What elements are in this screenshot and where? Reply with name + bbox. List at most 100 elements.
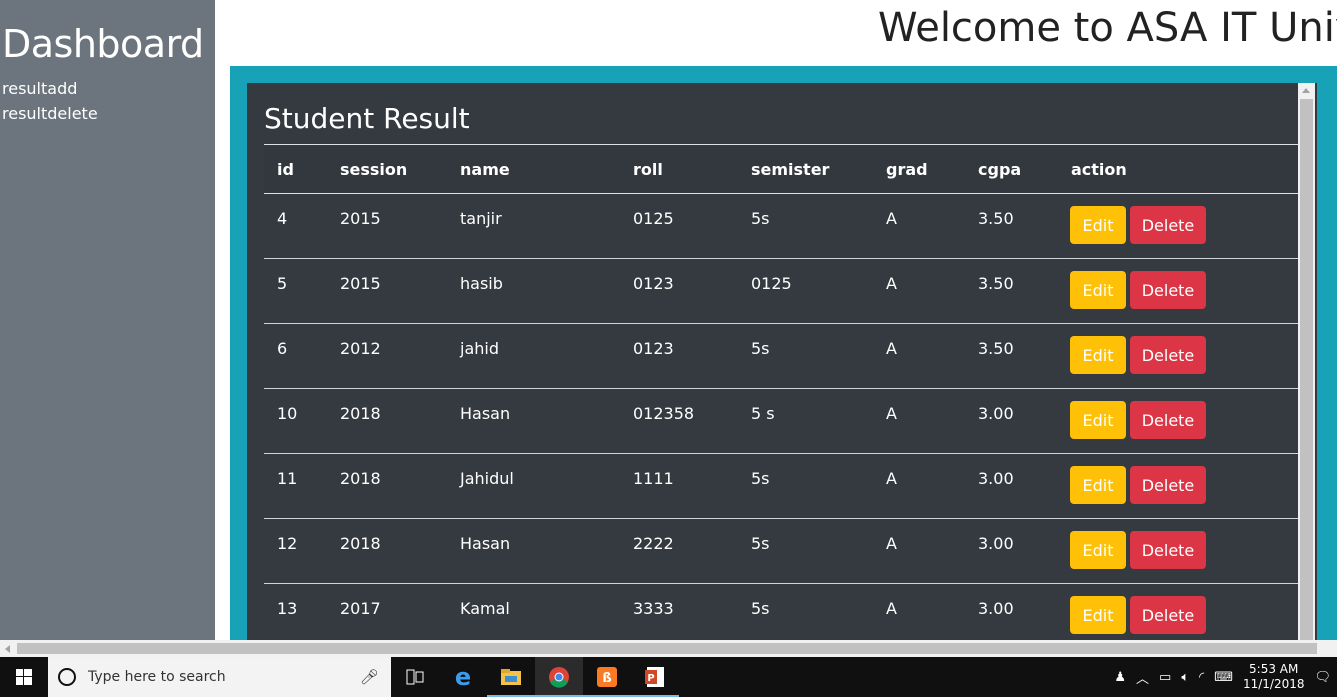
cell-session: 2018 [340, 404, 381, 423]
task-view-icon[interactable] [391, 657, 439, 697]
cell-action: Edit Delete [1058, 324, 1298, 388]
cell-roll: 0125 [633, 209, 674, 228]
page-title: Welcome to ASA IT University [878, 5, 1337, 51]
cell-grad: A [886, 469, 897, 488]
svg-text:ß: ß [602, 671, 611, 686]
horizontal-scrollbar[interactable] [0, 640, 1337, 657]
cell-semister: 5s [751, 534, 770, 553]
cell-cgpa: 3.00 [978, 404, 1014, 423]
table-header: id session name roll semister grad cgpa … [264, 144, 1298, 194]
cell-semister: 5s [751, 339, 770, 358]
cell-cgpa: 3.00 [978, 469, 1014, 488]
table-row: 11 2018 Jahidul 1111 5s A 3.00 Edit Delete [264, 454, 1298, 519]
cell-name: hasib [460, 274, 503, 293]
horizontal-scroll-thumb[interactable] [17, 643, 1317, 654]
cell-id: 12 [277, 534, 298, 553]
cell-name: Hasan [460, 404, 511, 423]
delete-button[interactable]: Delete [1130, 271, 1206, 309]
cell-name: tanjir [460, 209, 502, 228]
system-tray: ♟ ︿ ▭ 🔈︎ ◜ ⌨ 5:53 AM 11/1/2018 🗨︎ [1114, 662, 1337, 692]
edit-button[interactable]: Edit [1070, 271, 1126, 309]
cell-action: Edit Delete [1058, 259, 1298, 323]
cell-semister: 5s [751, 209, 770, 228]
cell-name: Kamal [460, 599, 510, 618]
table-row: 6 2012 jahid 0123 5s A 3.50 Edit Delete [264, 324, 1298, 389]
clock-time: 5:53 AM [1249, 662, 1299, 676]
cell-session: 2018 [340, 534, 381, 553]
keyboard-icon[interactable]: ⌨ [1214, 670, 1233, 685]
chevron-up-icon[interactable]: ︿ [1136, 668, 1149, 687]
table-row: 13 2017 Kamal 3333 5s A 3.00 Edit Delete [264, 584, 1298, 640]
sidebar-link-resultadd[interactable]: resultadd [2, 76, 215, 101]
cell-session: 2015 [340, 274, 381, 293]
cortana-icon [58, 668, 76, 686]
delete-button[interactable]: Delete [1130, 596, 1206, 634]
clock[interactable]: 5:53 AM 11/1/2018 [1243, 662, 1305, 692]
scroll-up-icon[interactable] [1302, 88, 1310, 93]
table-body: 4 2015 tanjir 0125 5s A 3.50 Edit Delete 5 2015 has… [264, 194, 1298, 640]
cell-session: 2012 [340, 339, 381, 358]
windows-icon [16, 669, 32, 685]
wifi-icon[interactable]: ◜ [1199, 670, 1204, 685]
microphone-icon[interactable]: 🎤︎ [360, 668, 379, 686]
cell-action: Edit Delete [1058, 454, 1298, 518]
table-row: 12 2018 Hasan 2222 5s A 3.00 Edit Delete [264, 519, 1298, 584]
taskbar-search-input[interactable]: Type here to search 🎤︎ [48, 657, 391, 697]
sidebar-link-resultdelete[interactable]: resultdelete [2, 101, 215, 126]
cell-id: 11 [277, 469, 298, 488]
delete-button[interactable]: Delete [1130, 336, 1206, 374]
cell-action: Edit Delete [1058, 194, 1298, 258]
people-icon[interactable]: ♟ [1114, 670, 1126, 685]
cell-id: 10 [277, 404, 298, 423]
edit-button[interactable]: Edit [1070, 596, 1126, 634]
header-grad: grad [886, 159, 928, 179]
cell-action: Edit Delete [1058, 584, 1298, 640]
cell-name: Hasan [460, 534, 511, 553]
vertical-scrollbar[interactable] [1298, 83, 1315, 640]
cell-grad: A [886, 339, 897, 358]
edit-button[interactable]: Edit [1070, 336, 1126, 374]
cell-semister: 5s [751, 599, 770, 618]
powerpoint-icon[interactable]: P [631, 657, 679, 697]
panel-title: Student Result [264, 102, 470, 135]
cell-cgpa: 3.50 [978, 339, 1014, 358]
cell-session: 2017 [340, 599, 381, 618]
cell-semister: 0125 [751, 274, 792, 293]
cell-grad: A [886, 404, 897, 423]
clock-date: 11/1/2018 [1242, 677, 1305, 691]
cell-session: 2015 [340, 209, 381, 228]
volume-icon[interactable]: 🔈︎ [1181, 670, 1189, 685]
start-button[interactable] [0, 657, 48, 697]
xampp-icon[interactable]: ß [583, 657, 631, 697]
cell-cgpa: 3.00 [978, 534, 1014, 553]
delete-button[interactable]: Delete [1130, 401, 1206, 439]
chrome-icon[interactable] [535, 657, 583, 697]
table-row: 10 2018 Hasan 012358 5 s A 3.00 Edit Delete [264, 389, 1298, 454]
edge-icon[interactable]: e [439, 657, 487, 697]
cell-id: 4 [277, 209, 288, 228]
header-id: id [277, 159, 294, 179]
cell-roll: 2222 [633, 534, 674, 553]
scroll-left-icon[interactable] [5, 645, 10, 653]
notifications-icon[interactable]: 🗨︎ [1314, 670, 1331, 685]
delete-button[interactable]: Delete [1130, 206, 1206, 244]
edit-button[interactable]: Edit [1070, 206, 1126, 244]
edit-button[interactable]: Edit [1070, 466, 1126, 504]
battery-icon[interactable]: ▭ [1159, 670, 1171, 685]
cell-cgpa: 3.00 [978, 599, 1014, 618]
cell-cgpa: 3.50 [978, 274, 1014, 293]
delete-button[interactable]: Delete [1130, 466, 1206, 504]
cell-grad: A [886, 274, 897, 293]
cell-id: 5 [277, 274, 288, 293]
cell-roll: 012358 [633, 404, 695, 423]
cell-action: Edit Delete [1058, 389, 1298, 453]
edit-button[interactable]: Edit [1070, 531, 1126, 569]
cell-grad: A [886, 209, 897, 228]
cell-id: 13 [277, 599, 298, 618]
edit-button[interactable]: Edit [1070, 401, 1126, 439]
cell-roll: 0123 [633, 339, 674, 358]
delete-button[interactable]: Delete [1130, 531, 1206, 569]
vertical-scroll-thumb[interactable] [1300, 99, 1313, 640]
file-explorer-icon[interactable] [487, 657, 535, 697]
svg-text:P: P [647, 673, 654, 684]
